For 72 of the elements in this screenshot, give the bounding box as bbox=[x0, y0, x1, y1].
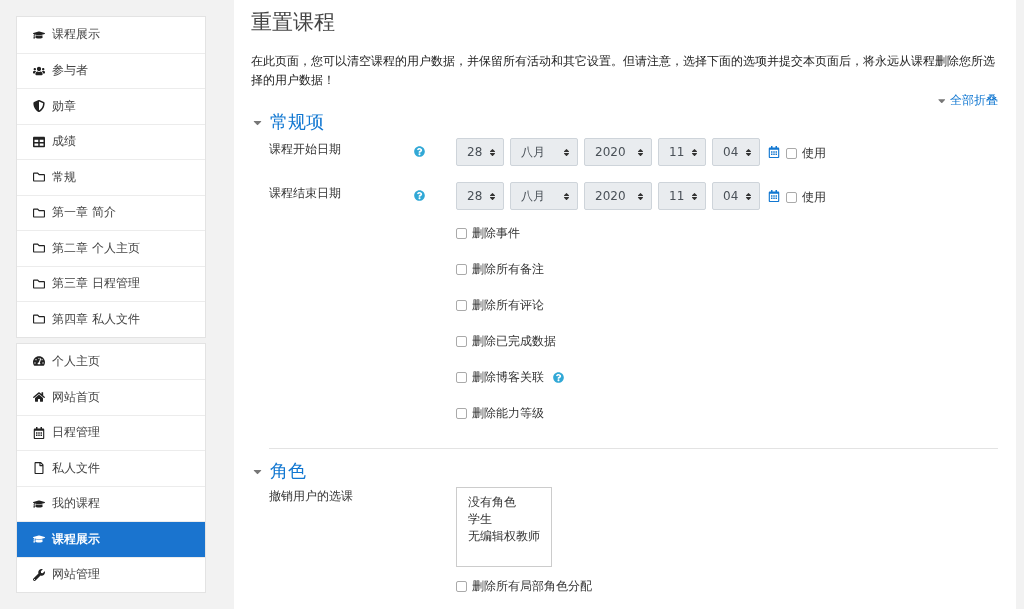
list-option[interactable]: 无编辑权教师 bbox=[468, 528, 540, 545]
section-heading[interactable]: 常规项 bbox=[251, 110, 998, 134]
date-select[interactable]: 八月 bbox=[510, 182, 578, 210]
sort-arrows-icon bbox=[690, 191, 699, 201]
checkbox[interactable] bbox=[456, 408, 467, 419]
checkbox[interactable] bbox=[786, 192, 797, 203]
list-box[interactable]: 没有角色 学生 无编辑权教师 bbox=[456, 487, 552, 567]
field-label: 撤销用户的选课 bbox=[268, 488, 354, 504]
checkbox[interactable] bbox=[456, 372, 467, 383]
sort-arrows-icon bbox=[636, 191, 645, 201]
page-title: 重置课程 bbox=[251, 9, 336, 36]
checkbox[interactable] bbox=[786, 148, 797, 159]
date-select[interactable]: 28 bbox=[456, 182, 504, 210]
sort-arrows-icon bbox=[488, 191, 497, 201]
sort-arrows-icon bbox=[562, 191, 571, 201]
date-select[interactable]: 28 bbox=[456, 138, 504, 166]
checkbox-label: 删除所有备注 bbox=[472, 262, 544, 277]
folder-icon bbox=[33, 242, 45, 255]
calendar-icon bbox=[33, 426, 45, 439]
sort-arrows-icon bbox=[744, 191, 753, 201]
intro-text: 在此页面，您可以清空课程的用户数据，并保留所有活动和其它设置。但请注意，选择下面的选项并提交本页面后，将永远从课程删除您所选择的用户数据！ bbox=[251, 53, 996, 89]
wrench-icon bbox=[33, 568, 45, 581]
field-label: 课程开始日期 bbox=[268, 141, 342, 157]
sort-arrows-icon bbox=[636, 147, 645, 157]
date-select[interactable]: 04 bbox=[712, 138, 760, 166]
graduation-cap-icon bbox=[33, 28, 45, 41]
checkbox-label: 删除博客关联 bbox=[472, 370, 544, 385]
checkbox-label: 删除所有评论 bbox=[472, 298, 544, 313]
graduation-cap-icon bbox=[33, 497, 45, 510]
checkbox-label: 删除已完成数据 bbox=[472, 334, 556, 349]
table-icon bbox=[33, 135, 45, 148]
checkbox[interactable] bbox=[456, 581, 467, 592]
gauge-icon bbox=[33, 355, 45, 368]
checkbox[interactable] bbox=[456, 336, 467, 347]
file-icon bbox=[33, 462, 45, 475]
list-option[interactable]: 没有角色 bbox=[468, 494, 540, 511]
shield-icon bbox=[33, 100, 45, 113]
checkbox-label: 使用 bbox=[802, 146, 826, 161]
sort-arrows-icon bbox=[690, 147, 699, 157]
calendar-icon[interactable] bbox=[768, 146, 780, 158]
checkbox-label: 使用 bbox=[802, 190, 826, 205]
checkbox-label: 删除所有局部角色分配 bbox=[472, 579, 592, 594]
users-icon bbox=[33, 64, 45, 77]
help-icon[interactable] bbox=[414, 146, 425, 157]
list-option[interactable]: 学生 bbox=[468, 511, 540, 528]
date-select[interactable]: 11 bbox=[658, 182, 706, 210]
sort-arrows-icon bbox=[744, 147, 753, 157]
collapse-all-link[interactable]: 全部折叠 bbox=[935, 93, 998, 108]
nav-item[interactable]: 课程展示 bbox=[17, 521, 205, 557]
date-select[interactable]: 2020 bbox=[584, 138, 652, 166]
date-select[interactable]: 2020 bbox=[584, 182, 652, 210]
date-select[interactable]: 八月 bbox=[510, 138, 578, 166]
help-icon[interactable] bbox=[414, 190, 425, 201]
help-icon[interactable] bbox=[553, 372, 564, 383]
calendar-icon[interactable] bbox=[768, 190, 780, 202]
checkbox-label: 删除事件 bbox=[472, 226, 520, 241]
checkbox[interactable] bbox=[456, 264, 467, 275]
checkbox-label: 删除能力等级 bbox=[472, 406, 544, 421]
field-label: 课程结束日期 bbox=[268, 185, 342, 201]
folder-icon bbox=[33, 313, 45, 326]
folder-icon bbox=[33, 171, 45, 184]
graduation-cap-icon bbox=[33, 533, 45, 546]
sort-arrows-icon bbox=[488, 147, 497, 157]
folder-icon bbox=[33, 206, 45, 219]
checkbox[interactable] bbox=[456, 228, 467, 239]
date-select[interactable]: 11 bbox=[658, 138, 706, 166]
home-icon bbox=[33, 391, 45, 404]
section-heading[interactable]: 角色 bbox=[251, 459, 998, 483]
checkbox[interactable] bbox=[456, 300, 467, 311]
date-select[interactable]: 04 bbox=[712, 182, 760, 210]
folder-icon bbox=[33, 277, 45, 290]
sort-arrows-icon bbox=[562, 147, 571, 157]
